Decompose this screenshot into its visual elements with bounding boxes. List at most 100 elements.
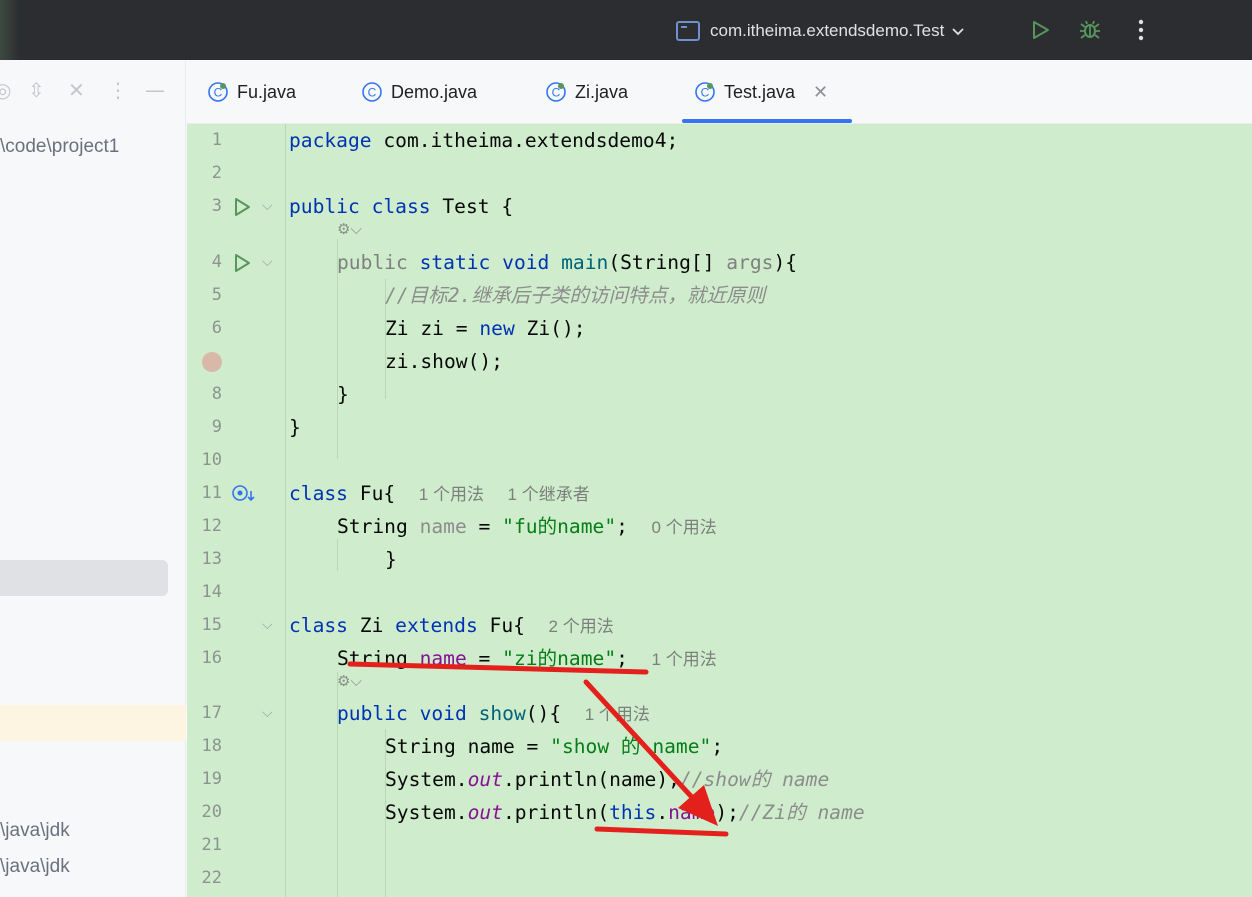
class-icon: C	[208, 82, 228, 102]
keyword: public	[337, 251, 408, 274]
line-number: 9	[211, 417, 222, 437]
project-toolbar: ◎ ⇳ ✕ ⋮ —	[0, 78, 186, 106]
usages-hint[interactable]: 1 个用法	[652, 650, 717, 669]
code-line-5[interactable]: 5 //目标2.继承后子类的访问特点，就近原则	[187, 279, 1252, 312]
tab-label: Fu.java	[237, 81, 297, 102]
run-gutter-icon[interactable]	[231, 252, 253, 274]
field-name: name	[419, 515, 467, 538]
code-line-17[interactable]: 17 ⌵ public void show(){ 1 个用法	[187, 697, 1252, 730]
line-number: 22	[201, 868, 222, 888]
usages-hint[interactable]: 1 个用法	[419, 485, 484, 504]
class-icon: C	[546, 82, 566, 102]
run-button[interactable]	[1026, 16, 1054, 44]
code-line-20[interactable]: 20 System.out.println(this.name);//Zi的 n…	[187, 796, 1252, 829]
fold-icon[interactable]: ⌵	[262, 705, 273, 721]
ai-actions-icon[interactable]: ⚙⌵	[337, 672, 362, 690]
code-line-6[interactable]: 6 Zi zi = new Zi();	[187, 312, 1252, 345]
breakpoint-icon[interactable]	[201, 351, 223, 373]
highlighted-tree-row[interactable]	[0, 705, 186, 741]
code-line-4[interactable]: 4 ⌵ public static void main(String[] arg…	[187, 246, 1252, 279]
fold-icon[interactable]: ⌵	[262, 617, 273, 633]
code-line-12[interactable]: 12 String name = "fu的name"; 0 个用法	[187, 510, 1252, 543]
keyword: class	[371, 195, 431, 218]
tab-zi-java[interactable]: C Zi.java	[545, 60, 628, 124]
implemented-by-icon[interactable]	[231, 483, 255, 505]
inlay-row: ⚙⌵	[187, 672, 1252, 696]
ai-actions-icon[interactable]: ⚙⌵	[337, 220, 362, 238]
usages-hint[interactable]: 1 个用法	[585, 705, 650, 724]
close-icon[interactable]: ✕	[68, 78, 85, 102]
keyword: public	[289, 195, 360, 218]
code-text: =	[466, 515, 503, 538]
selected-tree-row[interactable]	[0, 560, 168, 596]
code-text: =	[466, 647, 503, 670]
close-tab-icon[interactable]: ✕	[813, 82, 828, 103]
expand-collapse-icon[interactable]: ⇳	[28, 78, 45, 102]
usages-hint[interactable]: 2 个用法	[549, 617, 614, 636]
line-number: 19	[201, 769, 222, 789]
field-name: name	[419, 647, 467, 670]
code-text: ;	[616, 515, 628, 538]
keyword: class	[289, 482, 348, 505]
code-line-14[interactable]: 14	[187, 576, 1252, 609]
code-line-1[interactable]: 1 package com.itheima.extendsdemo4;	[187, 124, 1252, 157]
code-line-7[interactable]: zi.show();	[187, 345, 1252, 378]
line-number: 8	[211, 384, 222, 404]
code-line-18[interactable]: 18 String name = "show 的 name";	[187, 730, 1252, 763]
code-text: Zi();	[514, 317, 586, 340]
line-number: 20	[201, 802, 222, 822]
run-configuration-selector[interactable]: com.itheima.extendsdemo.Test	[676, 18, 966, 44]
inheritors-hint[interactable]: 1 个继承者	[508, 485, 590, 504]
line-number: 2	[211, 163, 222, 183]
code-line-15[interactable]: 15 ⌵ class Zi extends Fu{ 2 个用法	[187, 609, 1252, 642]
code-line-21[interactable]: 21	[187, 829, 1252, 862]
code-editor[interactable]: 1 package com.itheima.extendsdemo4; 2 3 …	[187, 124, 1252, 897]
code-text: );	[715, 801, 739, 824]
locate-icon[interactable]: ◎	[0, 78, 11, 102]
more-actions-button[interactable]	[1127, 16, 1155, 44]
options-icon[interactable]: ⋮	[108, 78, 128, 102]
fold-icon[interactable]: ⌵	[262, 198, 273, 214]
method-name: show	[478, 702, 526, 725]
code-line-8[interactable]: 8 }	[187, 378, 1252, 411]
keyword: extends	[395, 614, 478, 637]
keyword: public	[337, 702, 408, 725]
line-number: 18	[201, 736, 222, 756]
keyword: class	[289, 614, 348, 637]
code-line-22[interactable]: 22	[187, 862, 1252, 895]
code-text: ;	[616, 647, 628, 670]
code-text: com.itheima.extendsdemo4;	[371, 129, 679, 152]
editor-tabs: C Fu.java C Demo.java C Zi.java C Test.j…	[187, 60, 1252, 124]
code-line-9[interactable]: 9 }	[187, 411, 1252, 444]
string-literal: "zi的name"	[502, 647, 617, 670]
usages-hint[interactable]: 0 个用法	[652, 518, 717, 537]
code-line-13[interactable]: 13 }	[187, 543, 1252, 576]
run-gutter-icon[interactable]	[231, 196, 253, 218]
jdk-path-2[interactable]: \java\jdk	[0, 856, 70, 878]
debug-button[interactable]	[1076, 16, 1104, 44]
code-line-11[interactable]: 11 class Fu{ 1 个用法 1 个继承者	[187, 477, 1252, 510]
svg-text:C: C	[368, 86, 377, 100]
code-text: (){	[525, 702, 562, 725]
code-text: .println(	[502, 801, 610, 824]
code-text: String	[337, 647, 420, 670]
code-text: ;	[711, 735, 724, 758]
keyword: static	[419, 251, 491, 274]
code-line-3[interactable]: 3 ⌵ public class Test {	[187, 190, 1252, 223]
line-number: 13	[201, 549, 222, 569]
code-text: System.	[385, 768, 468, 791]
jdk-path-1[interactable]: \java\jdk	[0, 820, 70, 842]
fold-icon[interactable]: ⌵	[262, 254, 273, 270]
code-line-10[interactable]: 10	[187, 444, 1252, 477]
line-number: 11	[201, 483, 222, 503]
keyword: void	[419, 702, 467, 725]
class-icon: C	[695, 82, 715, 102]
code-line-16[interactable]: 16 String name = "zi的name"; 1 个用法	[187, 642, 1252, 675]
tab-test-java[interactable]: C Test.java ✕	[681, 60, 853, 124]
minimize-icon[interactable]: —	[145, 78, 165, 102]
tab-demo-java[interactable]: C Demo.java	[361, 60, 477, 124]
code-line-2[interactable]: 2	[187, 157, 1252, 190]
string-literal: "fu的name"	[502, 515, 617, 538]
tab-fu-java[interactable]: C Fu.java	[207, 60, 296, 124]
code-line-19[interactable]: 19 System.out.println(name);//show的 name	[187, 763, 1252, 796]
